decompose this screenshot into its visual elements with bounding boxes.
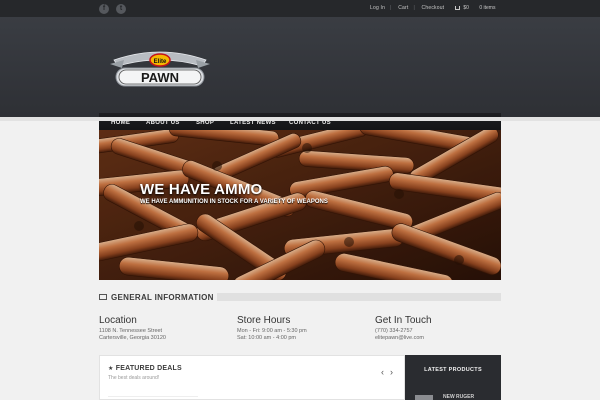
prev-arrow-icon[interactable]: ‹ — [381, 367, 384, 377]
location-address-line1: 1108 N. Tennessee Street — [99, 328, 163, 334]
location-heading: Location — [99, 315, 137, 326]
next-arrow-icon[interactable]: › — [390, 367, 393, 377]
twitter-icon[interactable]: t — [116, 4, 126, 14]
logo-wordmark: PAWN — [141, 70, 179, 85]
latest-products-title: LATEST PRODUCTS — [424, 367, 482, 373]
site-header: PAWN Elite HOME ABOUT US SHOP LATEST NEW… — [0, 17, 600, 134]
cart-icon — [455, 5, 460, 10]
cart-link[interactable]: Cart — [398, 5, 408, 11]
header-divider — [0, 117, 600, 121]
checkout-link[interactable]: Checkout — [422, 5, 445, 11]
hero-title: WE HAVE AMMO — [140, 181, 263, 198]
featured-deals-subtitle: The best deals around! — [108, 375, 160, 381]
top-bar: f t Log In | Cart | Checkout $0 0 items — [0, 0, 600, 17]
logo-badge: Elite — [154, 59, 167, 65]
featured-deals-label: FEATURED DEALS — [115, 365, 182, 372]
latest-products-panel: LATEST PRODUCTS NEW RUGER — [405, 355, 501, 400]
featured-deals-title: ★ FEATURED DEALS — [108, 365, 182, 372]
ammo-photo — [99, 130, 501, 280]
store-hours-heading: Store Hours — [237, 315, 291, 326]
divider: | — [390, 5, 392, 11]
info-card-icon — [99, 294, 107, 300]
store-hours-weekday: Mon - Fri: 9:00 am - 5:30 pm — [237, 328, 307, 334]
section-divider-bar — [217, 293, 501, 301]
account-links: Log In | Cart | Checkout — [370, 5, 449, 11]
login-link[interactable]: Log In — [370, 5, 385, 11]
product-thumbnail[interactable] — [415, 395, 433, 400]
contact-phone[interactable]: (770) 334-2757 — [375, 328, 413, 334]
hero-subtitle: WE HAVE AMMUNITION IN STOCK FOR A VARIET… — [140, 199, 328, 205]
location-address-line2: Cartersville, Georgia 30120 — [99, 335, 166, 341]
get-in-touch-heading: Get In Touch — [375, 315, 432, 326]
star-icon: ★ — [108, 366, 114, 372]
store-hours-saturday: Sat: 10:00 am - 4:00 pm — [237, 335, 297, 341]
contact-email[interactable]: elitepawn@live.com — [375, 335, 424, 341]
facebook-icon[interactable]: f — [99, 4, 109, 14]
cart-count: 0 items — [479, 5, 496, 11]
featured-deals-panel: ★ FEATURED DEALS The best deals around! … — [99, 355, 405, 400]
general-info-title: GENERAL INFORMATION — [111, 293, 214, 302]
cart-total: $0 — [463, 5, 469, 11]
cart-summary[interactable]: $0 0 items — [455, 5, 495, 11]
deal-item-placeholder — [108, 396, 198, 397]
latest-product-name[interactable]: NEW RUGER — [443, 394, 474, 400]
divider: | — [413, 5, 415, 11]
hero-slider[interactable]: WE HAVE AMMO WE HAVE AMMUNITION IN STOCK… — [99, 130, 501, 280]
elite-pawn-logo[interactable]: PAWN Elite — [108, 38, 212, 90]
